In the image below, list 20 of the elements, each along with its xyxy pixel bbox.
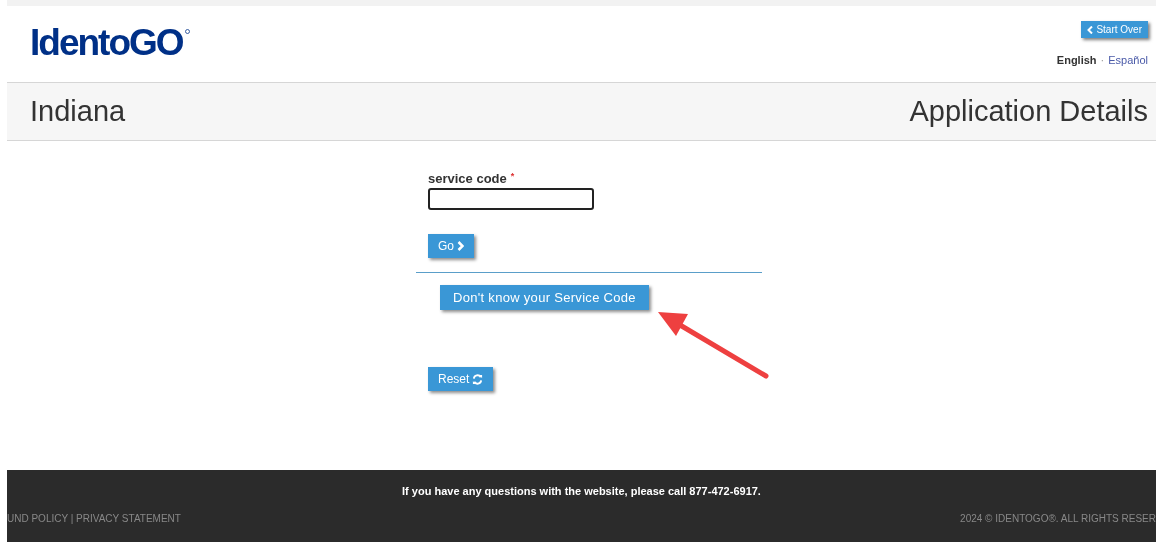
- registered-icon: [184, 29, 190, 34]
- contact-message: If you have any questions with the website, please call 877-472-6917.: [401, 485, 762, 497]
- chevron-right-icon: [457, 241, 464, 251]
- page-title: Application Details: [909, 95, 1148, 128]
- logo: IdentoGO: [30, 22, 183, 64]
- separator-dot: ·: [1100, 54, 1105, 66]
- language-link[interactable]: English: [1056, 54, 1097, 66]
- chevron-left-icon: [1087, 25, 1094, 34]
- copyright-text: 2024 © IDENTOGO®. ALL RIGHTS RESER: [960, 513, 1156, 524]
- service-code-field[interactable]: [428, 188, 594, 210]
- required-mark: *: [510, 171, 515, 183]
- language-link[interactable]: Español: [1108, 54, 1148, 66]
- state-title: Indiana: [30, 95, 126, 128]
- field-label: service code: [428, 171, 507, 186]
- start-over-button[interactable]: Start Over: [1081, 21, 1148, 38]
- footer-links[interactable]: UND POLICY | PRIVACY STATEMENT: [7, 513, 181, 524]
- reset-button[interactable]: Reset: [428, 367, 494, 391]
- refresh-icon: [472, 373, 484, 385]
- help-button[interactable]: Don't know your Service Code: [440, 285, 649, 310]
- go-button[interactable]: Go: [428, 234, 474, 258]
